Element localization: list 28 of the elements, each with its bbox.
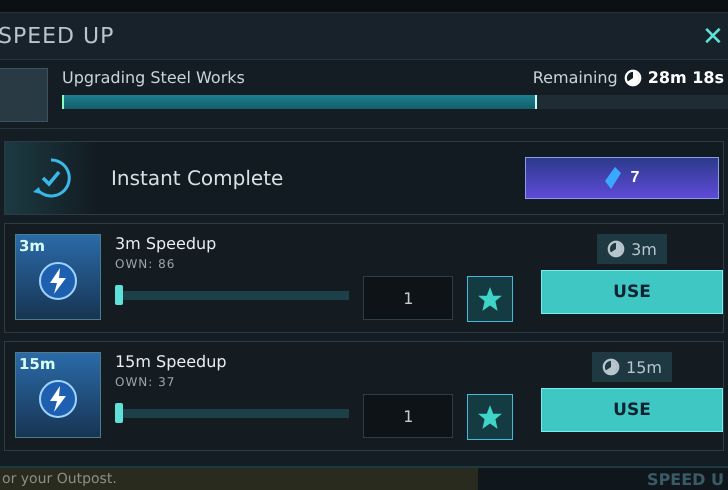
remaining-time: 28m 18s bbox=[648, 68, 724, 87]
crystal-icon bbox=[604, 167, 621, 189]
favorite-button[interactable] bbox=[467, 394, 513, 440]
use-button[interactable]: USE bbox=[541, 270, 723, 314]
owned-count: OWN: 86 bbox=[115, 257, 176, 271]
remaining-label: Remaining bbox=[532, 68, 618, 87]
item-name: 15m Speedup bbox=[115, 352, 228, 371]
upgrade-label: Upgrading Steel Works bbox=[62, 68, 245, 87]
favorite-button[interactable] bbox=[467, 276, 513, 322]
speedup-item-image: 3m bbox=[15, 234, 101, 320]
star-icon bbox=[477, 404, 504, 430]
quantity-field[interactable]: 1 bbox=[363, 394, 454, 438]
speedup-item-image: 15m bbox=[15, 352, 101, 438]
clock-icon bbox=[607, 240, 626, 258]
instant-complete-label: Instant Complete bbox=[111, 166, 284, 190]
gem-cost-button[interactable]: 7 bbox=[525, 157, 719, 199]
item-name: 3m Speedup bbox=[115, 234, 218, 253]
close-button[interactable]: ✕ bbox=[702, 23, 728, 49]
building-thumbnail bbox=[0, 68, 48, 122]
use-button[interactable]: USE bbox=[541, 388, 723, 432]
quantity-field[interactable]: 1 bbox=[363, 276, 454, 320]
clock-icon bbox=[602, 358, 620, 376]
hint-text: or your Outpost. bbox=[2, 471, 117, 487]
owned-count: OWN: 37 bbox=[115, 375, 176, 389]
time-value: 3m bbox=[631, 240, 657, 258]
clock-icon bbox=[624, 68, 642, 86]
star-icon bbox=[477, 286, 504, 312]
time-value: 15m bbox=[626, 358, 662, 376]
